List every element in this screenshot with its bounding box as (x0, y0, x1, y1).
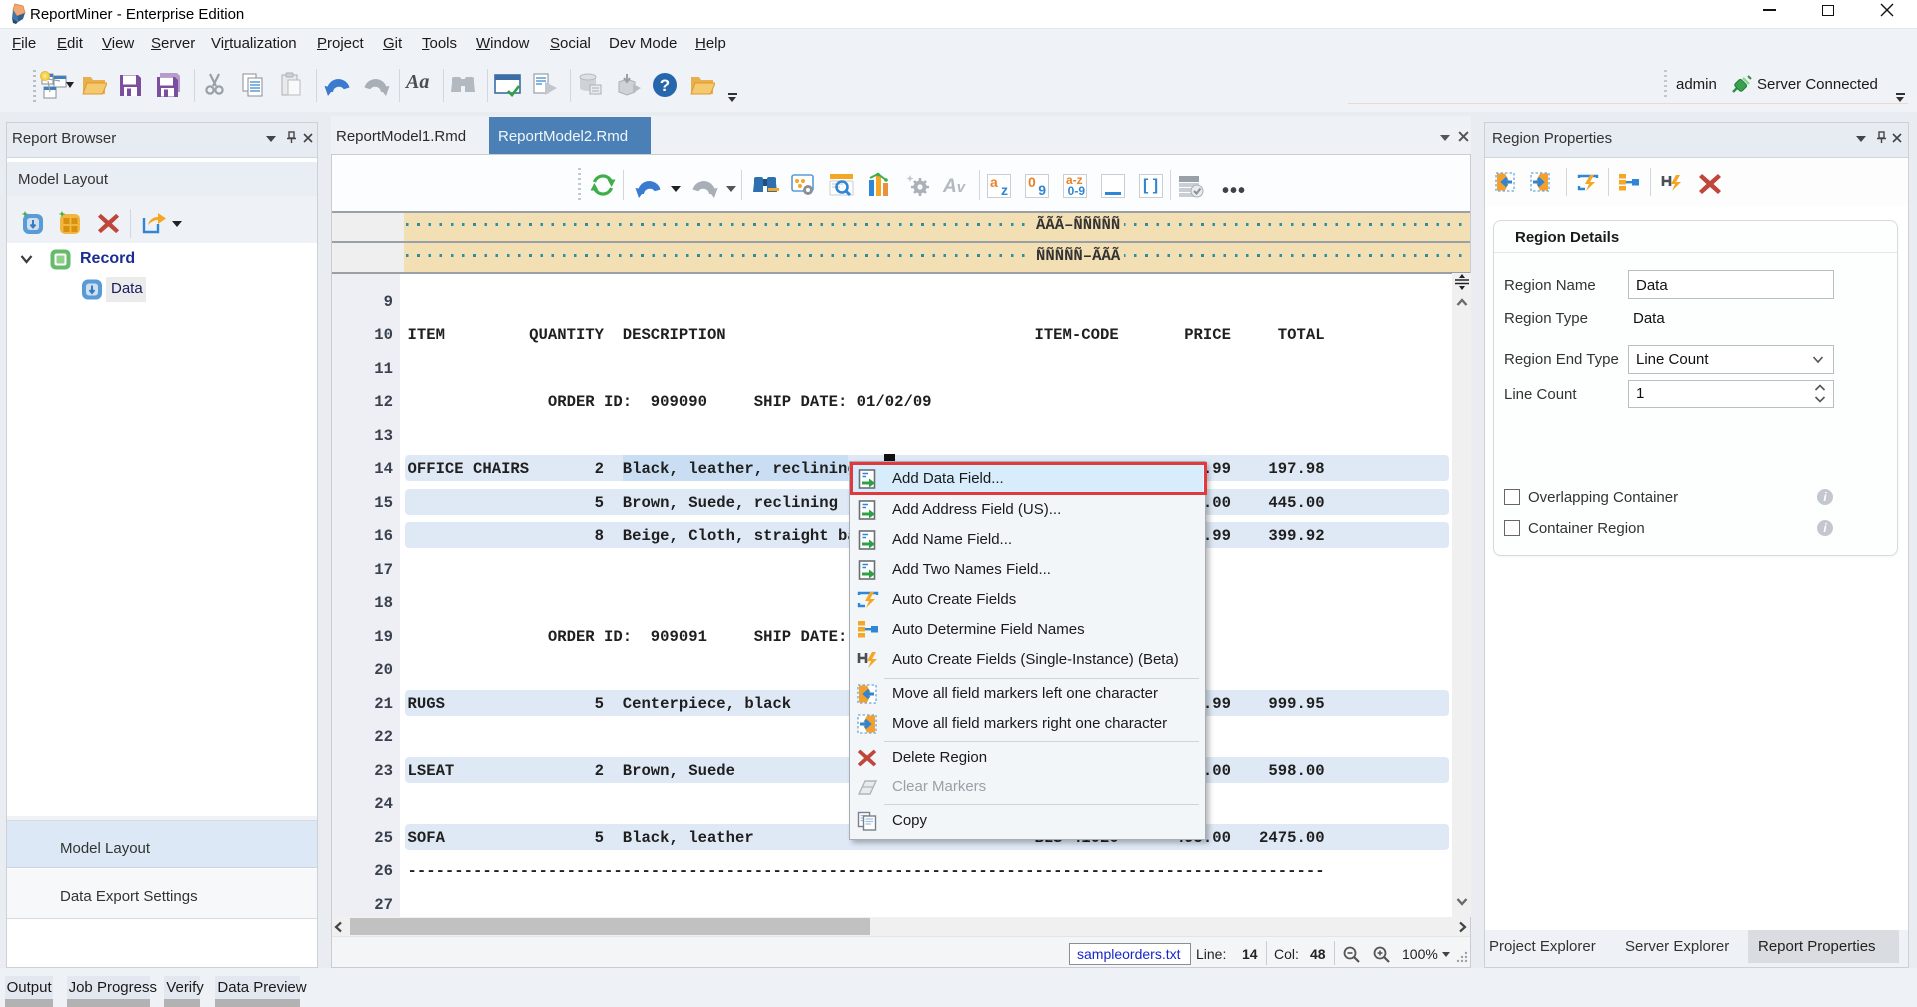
svg-text:?: ? (660, 76, 670, 95)
